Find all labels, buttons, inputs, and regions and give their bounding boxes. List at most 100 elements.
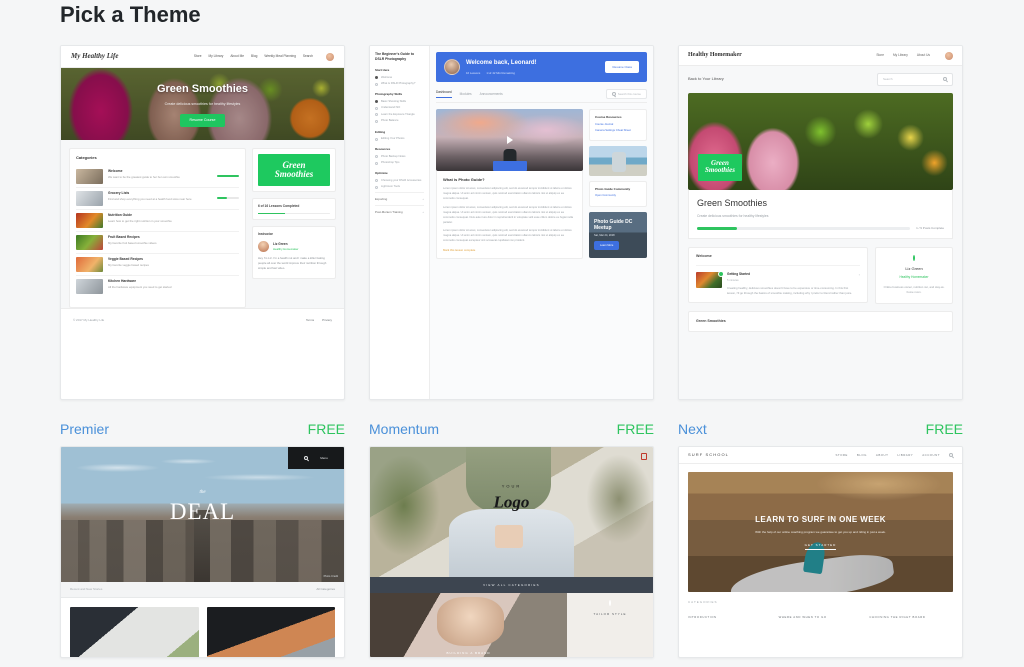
surf-hero-title: LEARN TO SURF IN ONE WEEK (755, 514, 886, 524)
sidebar-item[interactable]: Understand ISO (375, 106, 424, 110)
premier-hero-button[interactable]: Resume Course (179, 114, 226, 127)
next-nav-item[interactable]: About Us (917, 53, 930, 58)
theme-card-deal[interactable]: Menu the DEAL Photo Credit Recent and Ne… (60, 446, 345, 658)
sidebar-item[interactable]: Photo Balance (375, 119, 424, 123)
next-nav-item[interactable]: My Library (893, 53, 908, 58)
resource-link[interactable]: Course Journal (595, 123, 641, 127)
footer-link-terms[interactable]: Terms (306, 318, 314, 323)
instructor-bio: Hey I'm Liz. I'm a health nut and I make… (258, 256, 327, 270)
resource-link[interactable]: Camera Settings Cheat Sheet (595, 129, 641, 133)
list-item[interactable]: Welcome We want to be the greatest guide… (76, 166, 239, 188)
search-icon[interactable] (949, 452, 953, 457)
community-link[interactable]: Open Community (595, 194, 641, 198)
post-thumbnail[interactable] (206, 607, 335, 657)
premier-progress-card: 6 of 16 Lessons Completed (252, 198, 336, 221)
momentum-photo-thumb (589, 145, 647, 176)
search-icon (943, 77, 947, 82)
surf-nav-item[interactable]: BLOG (857, 453, 867, 457)
theme-preview-surf-school[interactable]: SURF SCHOOL STORE BLOG ABOUT LIBRARY ACC… (678, 446, 963, 658)
resume-class-button[interactable]: Resume Class (605, 60, 639, 74)
theme-card-next[interactable]: Healthy Homemaker Store My Library About… (678, 45, 963, 446)
sidebar-item[interactable]: Welcome (375, 76, 424, 80)
sidebar-accordion[interactable]: Post-Mortem Training + (375, 205, 424, 218)
category-card[interactable]: WHERE AND WHEN TO GO (779, 611, 863, 619)
list-item[interactable]: Veggie Based Recipes My favorite veggie … (76, 254, 239, 276)
sidebar-item[interactable]: Editing Your Photos (375, 137, 424, 141)
surf-nav-item[interactable]: LIBRARY (897, 453, 913, 457)
sidebar-item[interactable]: Choosing your DSLR Accessories (375, 179, 424, 183)
premier-categories-panel: Categories Welcome We want to be the gre… (69, 148, 246, 308)
list-item[interactable]: Nutrition Guide Learn how to get the rig… (76, 210, 239, 232)
next-nav-item[interactable]: Store (876, 53, 884, 58)
menu-label[interactable]: Menu (320, 456, 328, 461)
view-all-categories-bar[interactable]: VIEW ALL CATEGORIES (370, 577, 653, 593)
surf-nav-item[interactable]: ACCOUNT (922, 453, 940, 457)
meetup-title: Photo Guide DC Meetup (594, 219, 633, 232)
theme-card-momentum[interactable]: The Beginner's Guide to DSLR Photography… (369, 45, 654, 446)
theme-preview-your-logo[interactable]: YOUR Logo VIEW ALL CATEGORIES BUILDING A… (369, 446, 654, 658)
tab-dashboard[interactable]: Dashboard (436, 90, 452, 99)
category-card[interactable]: CHOOSING THE RIGHT BOARD (869, 611, 953, 619)
deal-hero: Menu the DEAL Photo Credit (61, 447, 344, 582)
theme-card-surf-school[interactable]: SURF SCHOOL STORE BLOG ABOUT LIBRARY ACC… (678, 446, 963, 658)
mark-complete-link[interactable]: Mark this lesson complete (443, 248, 475, 252)
circle-icon (375, 185, 378, 189)
next-search-input[interactable]: Search (877, 73, 953, 86)
meetup-date: Sat, Mar 24, 2018 (594, 234, 615, 238)
sidebar-item[interactable]: Photoshop Tips (375, 161, 424, 165)
surf-nav-item[interactable]: STORE (835, 453, 847, 457)
theme-name-link[interactable]: Momentum (369, 421, 439, 437)
thumbnail (76, 235, 103, 250)
sidebar-accordion[interactable]: Exporting + (375, 191, 424, 205)
play-icon[interactable] (506, 136, 513, 145)
surf-nav-item[interactable]: ABOUT (876, 453, 888, 457)
list-item[interactable]: Fruit Based Recipes My favorite fruit ba… (76, 232, 239, 254)
next-welcome-panel: Welcome Getting Started 5 minutes Creati… (688, 246, 868, 303)
instructor-heading: Instructor (258, 232, 273, 237)
avatar (258, 241, 269, 253)
cart-icon[interactable] (641, 453, 647, 460)
course-search-input[interactable]: Search this course (605, 89, 647, 100)
avatar[interactable] (945, 51, 953, 60)
list-item[interactable]: Grocery Lists Find and shop everything y… (76, 188, 239, 210)
sidebar-item-label: Welcome (381, 75, 393, 79)
sidebar-item-label: Editing Your Photos (381, 137, 405, 140)
search-icon[interactable] (304, 456, 309, 460)
post-thumbnail[interactable] (70, 607, 199, 657)
theme-preview-deal[interactable]: Menu the DEAL Photo Credit Recent and Ne… (60, 446, 345, 658)
tab-modules[interactable]: Modules (460, 92, 472, 97)
premier-nav-item: Blog (251, 54, 258, 59)
category-label: INTRODUCTION (688, 614, 717, 619)
footer-link-privacy[interactable]: Privacy (322, 318, 332, 323)
momentum-meetup-card[interactable]: Photo Guide DC Meetup Sat, Mar 24, 2018 … (589, 211, 647, 258)
theme-card-your-logo[interactable]: YOUR Logo VIEW ALL CATEGORIES BUILDING A… (369, 446, 654, 658)
back-to-library-link[interactable]: Back to Your Library (688, 76, 724, 82)
progress-bar (697, 227, 911, 230)
circle-icon (375, 137, 378, 141)
deal-menu-bar[interactable]: Menu (288, 447, 344, 469)
theme-preview-momentum[interactable]: The Beginner's Guide to DSLR Photography… (369, 45, 654, 400)
sidebar-item[interactable]: Lightroom Tools (375, 185, 424, 189)
sidebar-item-label: Choosing your DSLR Accessories (381, 178, 422, 182)
list-item[interactable]: Getting Started 5 minutes Creating healt… (696, 265, 860, 296)
theme-preview-next[interactable]: Healthy Homemaker Store My Library About… (678, 45, 963, 400)
logo-theme-feature[interactable]: BUILDING A BRAND (370, 593, 567, 657)
surf-hero-cta[interactable]: GET STARTED (804, 543, 837, 551)
category-card[interactable]: INTRODUCTION (688, 611, 772, 619)
sidebar-item-label: What is DSLR Photography? (381, 82, 416, 86)
subbar-right-link[interactable]: All Categories (316, 587, 335, 592)
sidebar-item[interactable]: Learn the Exposure Triangle (375, 113, 424, 117)
momentum-video-player[interactable] (436, 109, 583, 172)
list-item[interactable]: Kitchen Hardware All the hardware equipm… (76, 276, 239, 297)
sidebar-item[interactable]: What is DSLR Photography? (375, 82, 424, 86)
sidebar-item[interactable]: Photo Backup Notes (375, 155, 424, 159)
sidebar-item[interactable]: Basic Shooting Skills (375, 100, 424, 104)
theme-preview-premier[interactable]: My Healthy Life Store My Library About M… (60, 45, 345, 400)
tab-announcements[interactable]: Announcements (480, 92, 503, 97)
meetup-button[interactable]: Learn More (594, 241, 620, 250)
theme-name-link[interactable]: Next (678, 421, 707, 437)
theme-card-premier[interactable]: My Healthy Life Store My Library About M… (60, 45, 345, 446)
theme-name-link[interactable]: Premier (60, 421, 109, 437)
lesson-description: Creating healthy, delicious smoothies do… (727, 285, 853, 295)
next-section-smoothies[interactable]: Green Smoothies (688, 310, 953, 333)
